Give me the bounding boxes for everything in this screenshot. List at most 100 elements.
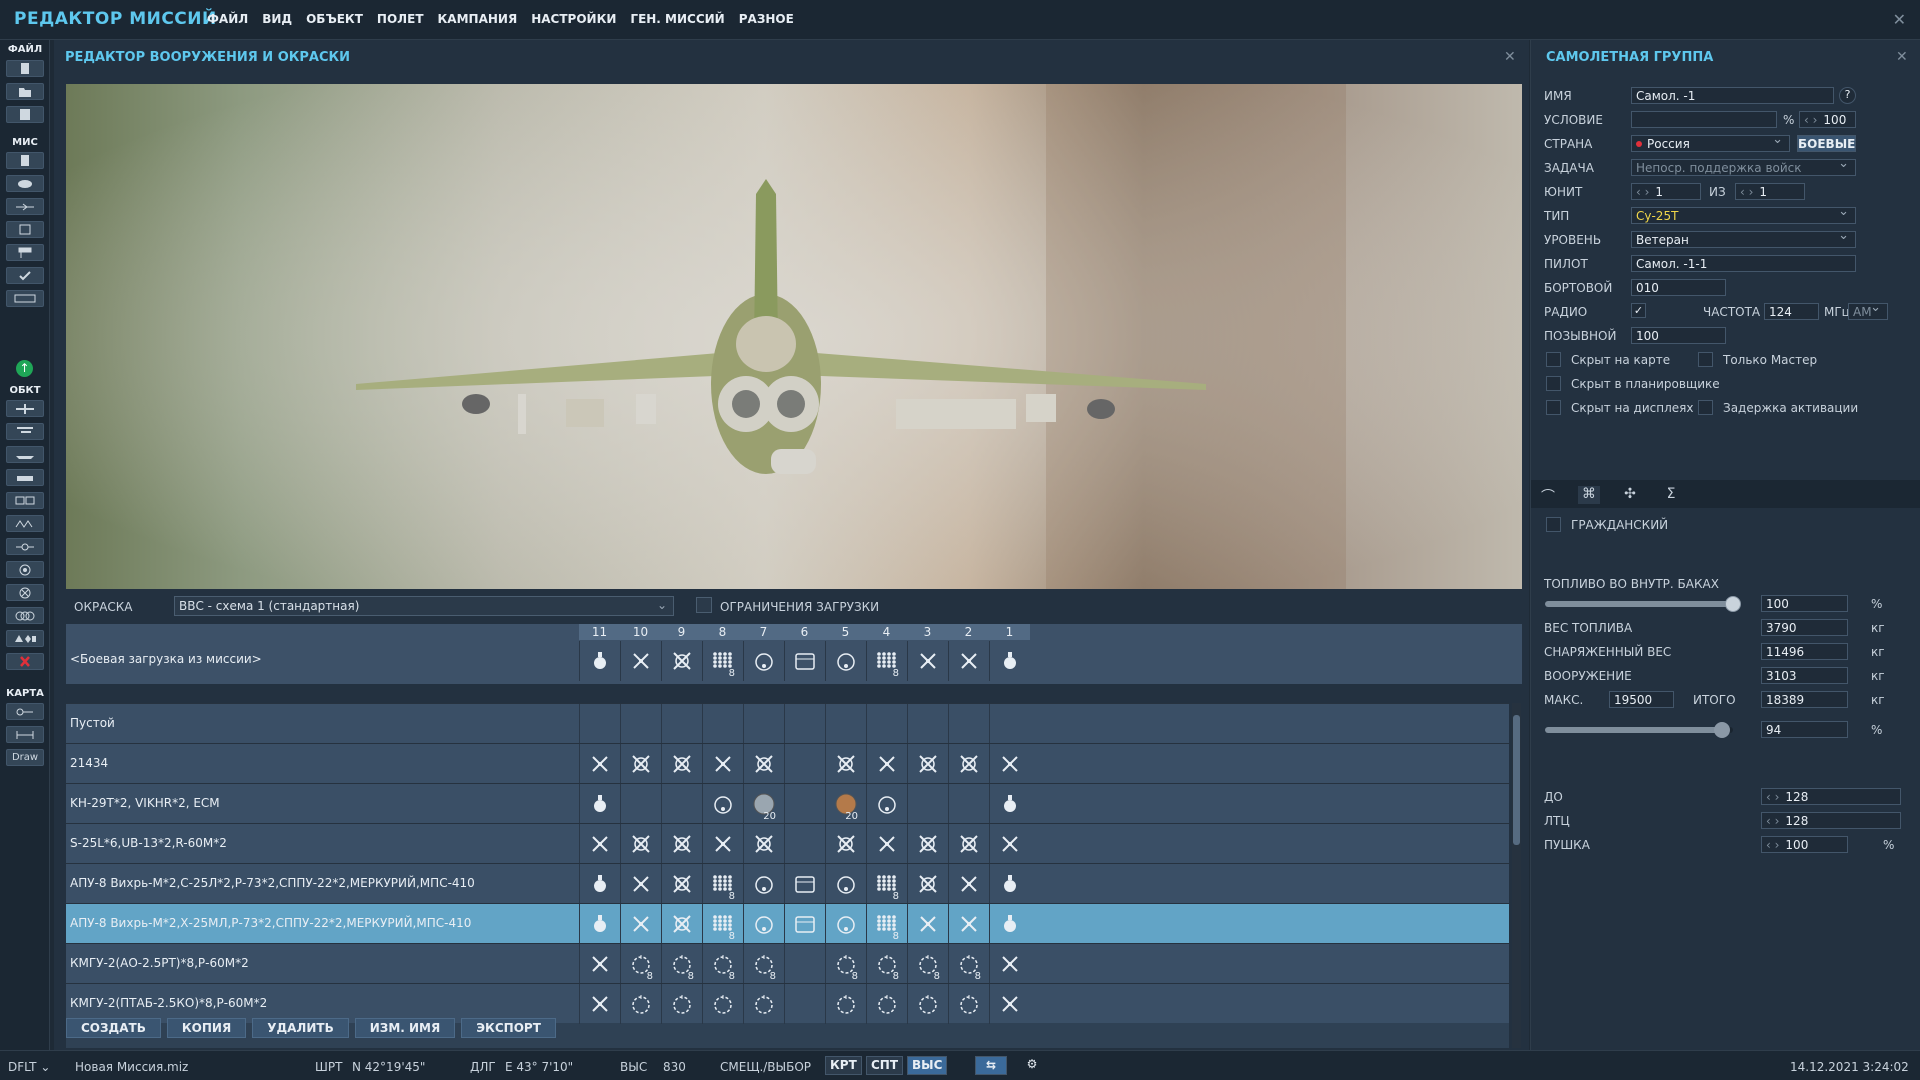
cancel-target-icon[interactable] [6, 584, 44, 601]
satellite-view-button[interactable]: СПТ [866, 1056, 904, 1075]
pylon-cell-3[interactable] [907, 824, 948, 864]
pylon-cell-3[interactable] [907, 904, 948, 944]
menu-misc[interactable]: РАЗНОЕ [739, 12, 794, 26]
radio-checkbox[interactable]: ✓ [1631, 303, 1646, 318]
flag-icon[interactable] [6, 244, 44, 261]
task-dropdown[interactable]: Непоср. поддержка войск [1631, 159, 1856, 176]
pylon-cell-2[interactable] [948, 784, 989, 824]
menu-campaign[interactable]: КАМПАНИЯ [438, 12, 518, 26]
menu-view[interactable]: ВИД [262, 12, 292, 26]
pylon-cell-10[interactable] [620, 904, 661, 944]
pylon-cell-4[interactable] [866, 784, 907, 824]
pylon-cell-6[interactable] [784, 864, 825, 904]
pylon-cell-11[interactable] [579, 784, 620, 824]
skin-dropdown[interactable]: ВВС - схема 1 (стандартная) ⌄ [174, 596, 674, 616]
route-icon[interactable] [6, 538, 44, 555]
chaff-spinner[interactable]: ‹ › 128 [1761, 788, 1901, 805]
menu-mission-generator[interactable]: ГЕН. МИССИЙ [630, 12, 724, 26]
check-icon[interactable] [6, 267, 44, 284]
pylon-cell-3[interactable] [907, 784, 948, 824]
pylon-cell-4[interactable]: 8 [866, 864, 907, 904]
pylon-cell-5[interactable]: 20 [825, 784, 866, 824]
type-dropdown[interactable]: Су-25Т [1631, 207, 1856, 224]
pylon-cell-1[interactable] [989, 744, 1030, 784]
pylon-cell-4[interactable] [866, 704, 907, 744]
briefing-icon[interactable] [6, 152, 44, 169]
altitude-view-button[interactable]: ВЫС [907, 1056, 948, 1075]
mission-loadout-row[interactable]: 11 10 9 8 7 6 5 4 3 2 1 <Боевая загрузка из миссии… [66, 624, 1522, 684]
loadout-tab-icon[interactable]: ⌘ [1578, 486, 1600, 504]
pylon-cell-2[interactable] [948, 904, 989, 944]
pylon-cell-9[interactable] [661, 904, 702, 944]
pylon-cell-10[interactable] [620, 864, 661, 904]
target-icon[interactable] [6, 561, 44, 578]
airplane-icon[interactable] [6, 400, 44, 417]
pylon-cell-7[interactable] [743, 864, 784, 904]
pylon-cell-7[interactable]: 8 [743, 944, 784, 984]
pylon-cell-1[interactable] [989, 944, 1030, 984]
flare-spinner[interactable]: ‹ › 128 [1761, 812, 1901, 829]
loadout-row[interactable]: 21434 [66, 743, 1509, 784]
pylon-cell-8[interactable]: 8 [702, 944, 743, 984]
pylon-cell-5[interactable] [825, 704, 866, 744]
group-name-field[interactable]: Самол. -1 [1631, 87, 1834, 104]
close-icon[interactable]: ✕ [1893, 10, 1906, 29]
pylon-cell-4[interactable] [866, 984, 907, 1024]
callsign-field[interactable]: 100 [1631, 327, 1726, 344]
fuel-percent-field[interactable]: 100 [1761, 595, 1848, 612]
pylon-cell-7[interactable] [743, 904, 784, 944]
pylon-cell-6[interactable] [784, 641, 825, 681]
condition-probability-spinner[interactable]: ‹ › 100 [1799, 111, 1856, 128]
pylon-cell-5[interactable] [825, 984, 866, 1024]
route-tab-icon[interactable]: ⌒ [1537, 486, 1559, 505]
loadout-row[interactable]: КМГУ-2(ПТАБ-2.5КО)*8,Р-60М*2 [66, 983, 1509, 1024]
zone-icon[interactable] [6, 221, 44, 238]
pylon-cell-9[interactable] [661, 744, 702, 784]
pylon-cell-8[interactable] [702, 704, 743, 744]
modulation-dropdown[interactable]: AM [1848, 303, 1888, 320]
pylon-cell-11[interactable] [579, 744, 620, 784]
pylon-cell-11[interactable] [579, 824, 620, 864]
pylon-cell-7[interactable] [743, 641, 784, 681]
pylon-cell-9[interactable] [661, 704, 702, 744]
coalition-icon[interactable] [6, 290, 44, 307]
pylon-cell-6[interactable] [784, 744, 825, 784]
pylon-cell-5[interactable]: 8 [825, 944, 866, 984]
pylon-cell-7[interactable] [743, 824, 784, 864]
pylon-cell-1[interactable] [989, 641, 1030, 681]
fly-mission-icon[interactable]: ↑ [16, 360, 33, 377]
pylon-cell-3[interactable] [907, 744, 948, 784]
pylon-cell-6[interactable] [784, 824, 825, 864]
pylon-cell-9[interactable] [661, 641, 702, 681]
pylon-cell-10[interactable] [620, 784, 661, 824]
shapes-icon[interactable] [6, 630, 44, 647]
close-icon[interactable]: ✕ [1896, 49, 1908, 65]
late-activation-checkbox[interactable] [1698, 400, 1713, 415]
loadout-row[interactable]: Пустой [66, 703, 1509, 744]
unit-spinner[interactable]: ‹ › 1 [1631, 183, 1701, 200]
loadout-row[interactable]: KH-29T*2, VIKHR*2, ECM 20 20 [66, 783, 1509, 824]
hidden-on-mfd-checkbox[interactable] [1546, 400, 1561, 415]
pylon-cell-9[interactable] [661, 784, 702, 824]
pylon-cell-3[interactable] [907, 641, 948, 681]
loadout-row[interactable]: КМГУ-2(АО-2.5РТ)*8,Р-60М*2 8 8 8 8 8 8 8 8 [66, 943, 1509, 984]
close-icon[interactable]: ✕ [1504, 49, 1516, 65]
pylon-cell-10[interactable] [620, 984, 661, 1024]
pylon-cell-6[interactable] [784, 904, 825, 944]
trigger-icon[interactable] [6, 198, 44, 215]
loadout-scrollbar[interactable] [1512, 703, 1521, 1048]
pylon-cell-5[interactable] [825, 864, 866, 904]
menu-flight[interactable]: ПОЛЕТ [377, 12, 424, 26]
pylon-cell-4[interactable] [866, 744, 907, 784]
pylon-cell-10[interactable] [620, 704, 661, 744]
pylon-cell-5[interactable] [825, 641, 866, 681]
help-icon[interactable]: ? [1839, 87, 1856, 104]
fuel-slider-knob[interactable] [1725, 596, 1741, 612]
pylon-cell-8[interactable] [702, 984, 743, 1024]
draw-button[interactable]: Draw [6, 749, 44, 766]
mode-dropdown[interactable]: DFLT ⌄ [8, 1060, 50, 1074]
ship-icon[interactable] [6, 446, 44, 463]
helicopter-icon[interactable] [6, 423, 44, 440]
pylon-cell-10[interactable] [620, 744, 661, 784]
pylon-cell-6[interactable] [784, 984, 825, 1024]
